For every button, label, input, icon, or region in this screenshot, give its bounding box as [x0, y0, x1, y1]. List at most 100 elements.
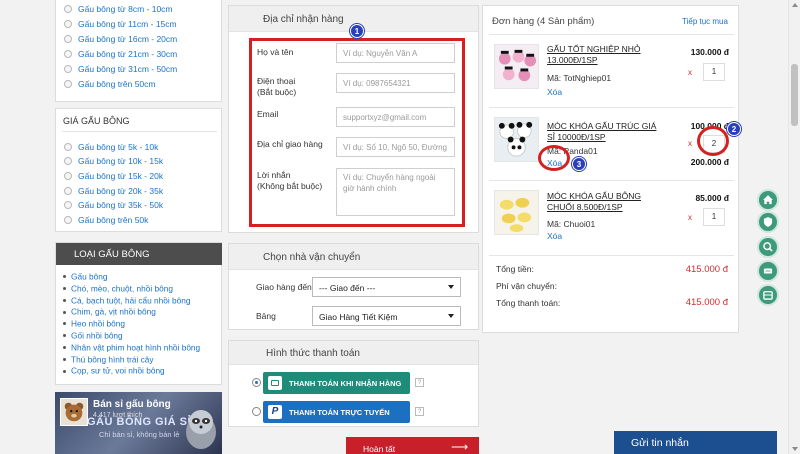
radio-button[interactable] [64, 64, 72, 73]
filter-option-label[interactable]: Gấu bông từ 16cm - 20cm [78, 34, 177, 44]
continue-shopping-link[interactable]: Tiếp tục mua [682, 17, 728, 26]
radio-button[interactable] [64, 49, 72, 58]
filter-option[interactable]: Gấu bông từ 31cm - 50cm [64, 63, 177, 74]
filter-option-label[interactable]: Gấu bông từ 10k - 15k [78, 156, 163, 166]
carrier-select[interactable]: Giao Hàng Tiết Kiệm [312, 306, 461, 326]
radio-button[interactable] [64, 201, 72, 210]
quantity-input[interactable]: 1 [703, 208, 725, 226]
radio-button[interactable] [64, 4, 72, 13]
filter-option-label[interactable]: Gấu bông trên 50cm [78, 79, 156, 89]
category-item[interactable]: Thú bông hình trái cây [63, 354, 154, 364]
filter-option-label[interactable]: Gấu bông từ 20k - 35k [78, 186, 163, 196]
radio-button[interactable] [64, 142, 72, 151]
filter-option[interactable]: Gấu bông trên 50cm [64, 78, 156, 89]
delete-link[interactable]: Xóa [547, 87, 562, 97]
radio-button[interactable] [64, 79, 72, 88]
message-optional-note: (Không bắt buộc) [257, 181, 323, 191]
deliver-to-select[interactable]: --- Giao đến --- [312, 277, 461, 297]
carrier-value: Giao Hàng Tiết Kiệm [319, 312, 398, 322]
cod-payment-button[interactable]: THANH TOÁN KHI NHẬN HÀNG [263, 372, 410, 394]
product-image-banana-keychain[interactable] [494, 190, 539, 235]
category-link[interactable]: Cọp, sư tử, voi nhồi bông [71, 366, 165, 376]
phone-field[interactable] [336, 73, 455, 93]
complete-button[interactable]: Hoàn tất ⟶ [346, 437, 479, 454]
filter-option[interactable]: Gấu bông từ 10k - 15k [64, 156, 163, 166]
scroll-up-arrow[interactable] [792, 3, 798, 7]
home-icon[interactable] [757, 189, 779, 211]
filter-option-label[interactable]: Gấu bông trên 50k [78, 215, 148, 225]
category-link[interactable]: Gấu bông [71, 272, 107, 282]
filter-option[interactable]: Gấu bông trên 50k [64, 215, 148, 225]
radio-button[interactable] [64, 34, 72, 43]
address-field[interactable] [336, 137, 455, 157]
delete-link[interactable]: Xóa [547, 231, 562, 241]
gift-icon[interactable] [757, 284, 779, 306]
search-icon[interactable] [757, 236, 779, 258]
category-item[interactable]: Cá, bạch tuột, hải cẩu nhồi bông [63, 295, 190, 305]
category-item[interactable]: Gối nhồi bông [63, 330, 123, 341]
category-link[interactable]: Gối nhồi bông [71, 331, 123, 341]
bear-avatar [60, 398, 88, 426]
filter-option-label[interactable]: Gấu bông từ 35k - 50k [78, 200, 163, 210]
product-image-graduation-bear[interactable] [494, 44, 539, 89]
filter-option-label[interactable]: Gấu bông từ 21cm - 30cm [78, 49, 177, 59]
scroll-down-arrow[interactable] [792, 447, 798, 451]
filter-option[interactable]: Gấu bông từ 5k - 10k [64, 141, 158, 152]
filter-option-label[interactable]: Gấu bông từ 15k - 20k [78, 171, 163, 181]
cod-radio[interactable] [252, 378, 261, 387]
category-item[interactable]: Cọp, sư tử, voi nhồi bông [63, 365, 165, 376]
online-payment-button[interactable]: P THANH TOÁN TRỰC TUYẾN [263, 401, 410, 423]
subtotal-value: 415.000 đ [685, 264, 728, 275]
category-link[interactable]: Cá, bạch tuột, hải cẩu nhồi bông [71, 295, 190, 305]
message-field[interactable] [336, 168, 455, 216]
radio-button[interactable] [64, 157, 72, 166]
filter-option-label[interactable]: Gấu bông từ 11cm - 15cm [78, 19, 177, 29]
email-field[interactable] [336, 107, 455, 127]
category-link[interactable]: Chim, gà, vịt nhồi bông [71, 307, 156, 317]
product-name[interactable]: GẤU TỐT NGHIỆP NHỎ 13.000Đ/1SP [547, 44, 641, 66]
quantity-input[interactable]: 1 [703, 63, 725, 81]
filter-option[interactable]: Gấu bông từ 11cm - 15cm [64, 18, 177, 29]
facebook-page-widget[interactable]: Bán sỉ gấu bông 4.417 lượt thích GẤU BÔN… [55, 392, 222, 454]
category-item[interactable]: Chim, gà, vịt nhồi bông [63, 306, 156, 317]
cod-help-icon[interactable]: ? [415, 378, 424, 387]
bullet [63, 298, 66, 302]
category-item[interactable]: Chó, mèo, chuột, nhồi bông [63, 283, 173, 293]
radio-button[interactable] [64, 172, 72, 181]
product-image-panda-keychain[interactable] [494, 117, 539, 162]
category-link[interactable]: Thú bông hình trái cây [71, 354, 154, 364]
name-field[interactable] [336, 43, 455, 63]
fb-page-name[interactable]: Bán sỉ gấu bông [93, 399, 171, 410]
filter-option-label[interactable]: Gấu bông từ 5k - 10k [78, 142, 158, 152]
category-link[interactable]: Nhân vật phim hoạt hình nhồi bông [71, 342, 200, 352]
product-name[interactable]: MÓC KHÓA GẤU BÔNG CHUỐI 8.500Đ/1SP [547, 191, 641, 213]
radio-button[interactable] [64, 186, 72, 195]
product-name[interactable]: MÓC KHÓA GẤU TRÚC GIÁ SỈ 10000Đ/1SP [547, 121, 656, 143]
filter-option[interactable]: Gấu bông từ 35k - 50k [64, 200, 163, 210]
filter-option[interactable]: Gấu bông từ 20k - 35k [64, 185, 163, 196]
filter-option-label[interactable]: Gấu bông từ 8cm - 10cm [78, 4, 173, 14]
radio-button[interactable] [64, 216, 72, 225]
online-help-icon[interactable]: ? [415, 407, 424, 416]
filter-option[interactable]: Gấu bông từ 16cm - 20cm [64, 33, 177, 44]
category-link[interactable]: Heo nhồi bông [71, 319, 125, 329]
category-item[interactable]: Nhân vật phim hoạt hình nhồi bông [63, 342, 200, 352]
tag-icon[interactable] [757, 260, 779, 282]
category-item[interactable]: Gấu bông [63, 271, 107, 282]
filter-option[interactable]: Gấu bông từ 15k - 20k [64, 170, 163, 181]
radio-button[interactable] [64, 19, 72, 28]
category-link[interactable]: Chó, mèo, chuột, nhồi bông [71, 283, 173, 293]
shield-icon[interactable] [757, 211, 779, 233]
filter-option[interactable]: Gấu bông từ 21cm - 30cm [64, 48, 177, 59]
filter-option[interactable]: Gấu bông từ 8cm - 10cm [64, 3, 173, 14]
scrollbar-track[interactable] [788, 0, 800, 454]
send-message-button[interactable]: Gửi tin nhắn [614, 431, 777, 454]
online-radio[interactable] [252, 407, 261, 416]
category-item[interactable]: Heo nhồi bông [63, 318, 125, 329]
payment-section: Hình thức thanh toán THANH TOÁN KHI NHẬN… [228, 340, 479, 427]
filter-option-label[interactable]: Gấu bông từ 31cm - 50cm [78, 64, 177, 74]
scrollbar-thumb[interactable] [791, 64, 798, 126]
chevron-down-icon [448, 285, 454, 289]
online-label: THANH TOÁN TRỰC TUYẾN [289, 408, 390, 417]
payment-header: Hình thức thanh toán [229, 341, 478, 365]
